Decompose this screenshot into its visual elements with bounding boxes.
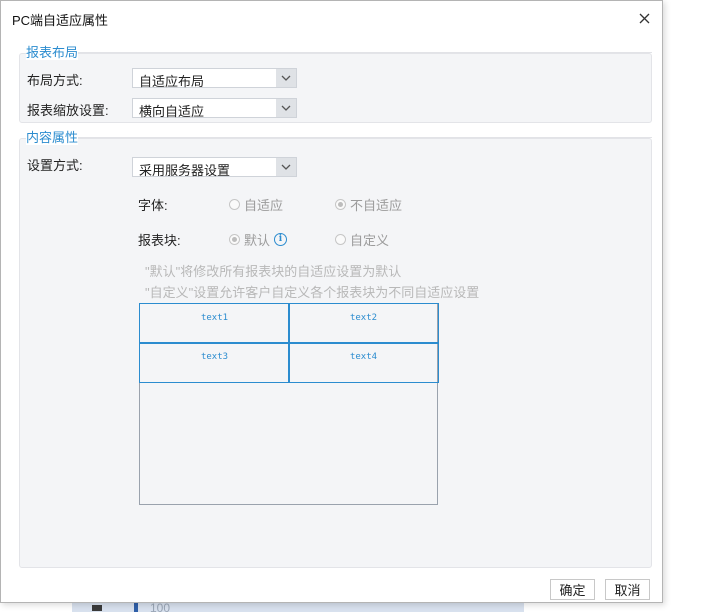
section-divider bbox=[77, 52, 652, 53]
radio-icon bbox=[335, 199, 346, 210]
font-adaptive-radio[interactable]: 自适应 bbox=[229, 195, 283, 214]
setting-mode-select[interactable]: 采用服务器设置 bbox=[132, 157, 297, 178]
dialog-title: PC端自适应属性 bbox=[12, 13, 109, 28]
preview-cell-3: text3 bbox=[139, 342, 290, 383]
font-non-adaptive-radio[interactable]: 不自适应 bbox=[335, 195, 402, 214]
info-icon[interactable]: i bbox=[274, 233, 288, 246]
setting-mode-value: 采用服务器设置 bbox=[139, 163, 231, 178]
ok-button[interactable]: 确定 bbox=[550, 579, 595, 600]
layout-mode-label: 布局方式: bbox=[27, 73, 83, 88]
radio-icon bbox=[229, 199, 240, 210]
layout-mode-value: 自适应布局 bbox=[139, 74, 205, 89]
setting-mode-label: 设置方式: bbox=[27, 158, 83, 173]
scale-setting-value: 横向自适应 bbox=[139, 104, 205, 119]
title-bar: PC端自适应属性 bbox=[1, 1, 662, 35]
font-adaptive-label: 自适应 bbox=[244, 198, 284, 213]
radio-icon bbox=[335, 234, 346, 245]
background-number: 100 bbox=[150, 601, 171, 615]
section-title-layout: 报表布局 bbox=[26, 45, 79, 60]
section-divider bbox=[77, 137, 652, 138]
section-title-content: 内容属性 bbox=[26, 130, 79, 145]
preview-cell-4: text4 bbox=[288, 342, 439, 383]
preview-cell-2: text2 bbox=[288, 303, 439, 344]
chevron-down-icon bbox=[276, 99, 296, 117]
hint-default: "默认"将修改所有报表块的自适应设置为默认 bbox=[145, 264, 402, 279]
chevron-down-icon bbox=[276, 158, 296, 176]
pc-adaptive-properties-dialog: PC端自适应属性 报表布局 布局方式: 自适应布局 报表缩放设置: 横向自适应 … bbox=[0, 0, 663, 603]
block-custom-radio[interactable]: 自定义 bbox=[335, 230, 389, 249]
layout-mode-select[interactable]: 自适应布局 bbox=[132, 68, 297, 89]
hint-custom: "自定义"设置允许客户自定义各个报表块为不同自适应设置 bbox=[145, 285, 480, 300]
block-default-label: 默认 bbox=[244, 233, 271, 248]
layout-panel bbox=[19, 53, 652, 123]
preview-cell-1: text1 bbox=[139, 303, 290, 344]
block-label: 报表块: bbox=[138, 233, 181, 248]
block-custom-label: 自定义 bbox=[350, 233, 390, 248]
font-label: 字体: bbox=[138, 198, 168, 213]
scale-setting-select[interactable]: 横向自适应 bbox=[132, 98, 297, 119]
radio-icon bbox=[229, 234, 240, 245]
close-icon bbox=[639, 13, 649, 23]
chevron-down-icon bbox=[276, 69, 296, 87]
background-block bbox=[92, 605, 102, 611]
font-non-adaptive-label: 不自适应 bbox=[350, 198, 403, 213]
block-default-radio[interactable]: 默认 i bbox=[229, 230, 288, 249]
cancel-button[interactable]: 取消 bbox=[605, 579, 650, 600]
layout-preview: text1 text2 text3 text4 bbox=[139, 303, 439, 505]
close-button[interactable] bbox=[632, 6, 656, 30]
scale-setting-label: 报表缩放设置: bbox=[27, 103, 109, 118]
